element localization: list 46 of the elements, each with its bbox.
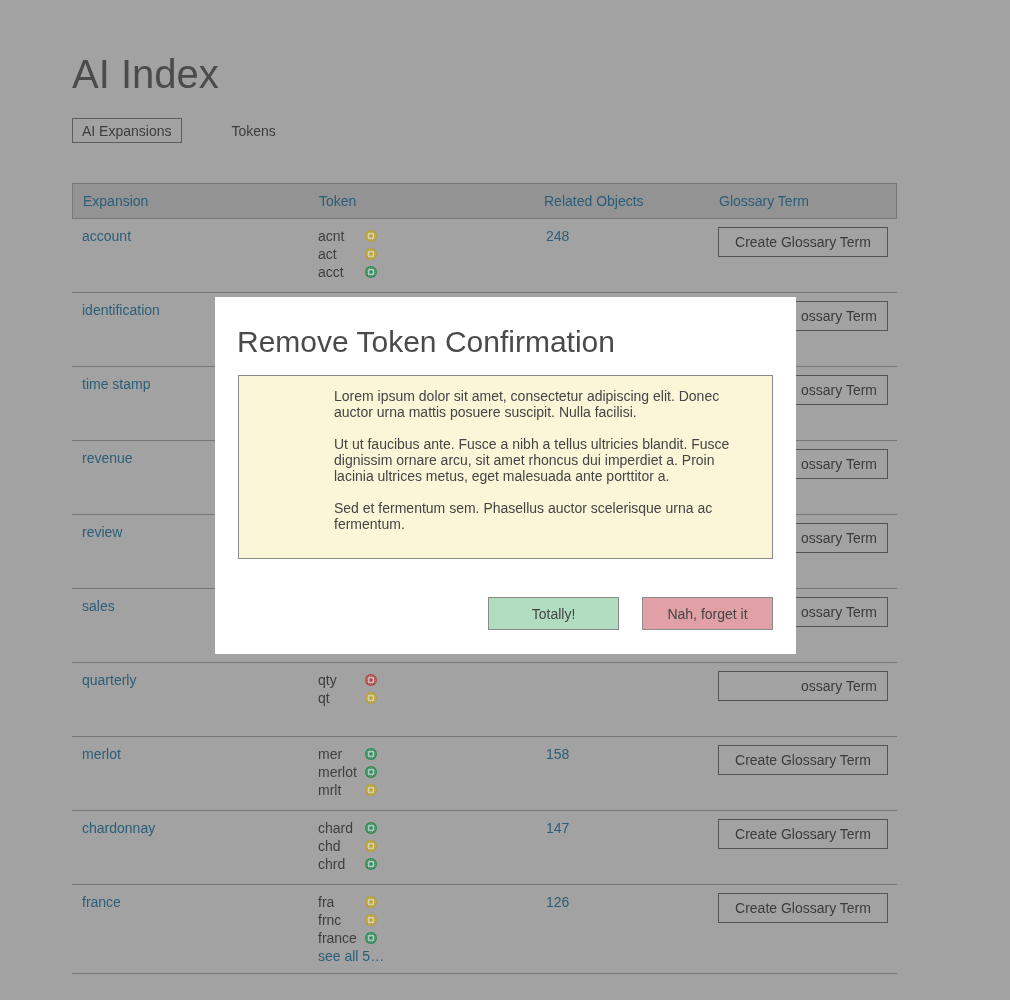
expansion-link[interactable]: identification <box>82 301 160 319</box>
token-text: chrd <box>318 856 347 872</box>
column-header: Expansion <box>82 193 150 209</box>
message-paragraph: Sed et fermentum sem. Phasellus auctor scelerisque urna ac fermentum. <box>334 500 714 532</box>
confirm-button[interactable]: Totally! <box>488 597 619 630</box>
token-text: qty <box>318 672 338 688</box>
token-text: qt <box>318 690 331 706</box>
token-text: frnc <box>318 912 343 928</box>
expansion-link[interactable]: merlot <box>82 745 121 763</box>
message-paragraph: Lorem ipsum dolor sit amet, consectetur adipiscing elit. Donec auctor urna mattis posuere suscipit. Nulla facilisi. <box>334 388 721 420</box>
expansion-link[interactable]: account <box>82 227 132 245</box>
related-objects-count: 126 <box>546 894 570 910</box>
token-text: fra <box>318 894 336 910</box>
create-glossary-term-button[interactable]: ossary Term <box>718 671 888 701</box>
token-text: mrlt <box>318 782 343 798</box>
token-text: acnt <box>318 228 346 244</box>
token-text: chd <box>318 838 342 854</box>
token-text: merlot <box>318 764 358 780</box>
expansion-link[interactable]: time stamp <box>82 375 151 393</box>
expansion-link[interactable]: quarterly <box>82 671 137 689</box>
token-text: act <box>318 246 338 262</box>
column-header: Glossary Term <box>718 193 810 209</box>
create-glossary-term-button[interactable]: Create Glossary Term <box>718 893 888 923</box>
column-header: Related Objects <box>543 193 645 209</box>
expansion-link[interactable]: review <box>82 523 123 541</box>
token-text: chard <box>318 820 355 836</box>
page-title: AI Index <box>72 51 219 98</box>
expansion-link[interactable]: chardonnay <box>82 819 156 837</box>
tab[interactable]: Tokens <box>221 118 286 143</box>
token-text: france <box>318 930 358 946</box>
dialog-title: Remove Token Confirmation <box>237 325 615 359</box>
token-text: mer <box>318 746 344 762</box>
related-objects-count: 248 <box>546 228 570 244</box>
create-glossary-term-button[interactable]: Create Glossary Term <box>718 745 888 775</box>
tab[interactable]: AI Expansions <box>72 118 182 143</box>
column-header: Token <box>318 193 358 209</box>
cancel-button[interactable]: Nah, forget it <box>642 597 773 630</box>
related-objects-count: 147 <box>546 820 570 836</box>
create-glossary-term-button[interactable]: Create Glossary Term <box>718 819 888 849</box>
create-glossary-term-button[interactable]: Create Glossary Term <box>718 227 888 257</box>
expansion-link[interactable]: sales <box>82 597 115 615</box>
token-text: acct <box>318 264 345 280</box>
expansion-link[interactable]: france <box>82 893 121 911</box>
related-objects-count: 158 <box>546 746 570 762</box>
see-all-link[interactable]: see all 5… <box>318 947 385 965</box>
expansion-link[interactable]: revenue <box>82 449 133 467</box>
